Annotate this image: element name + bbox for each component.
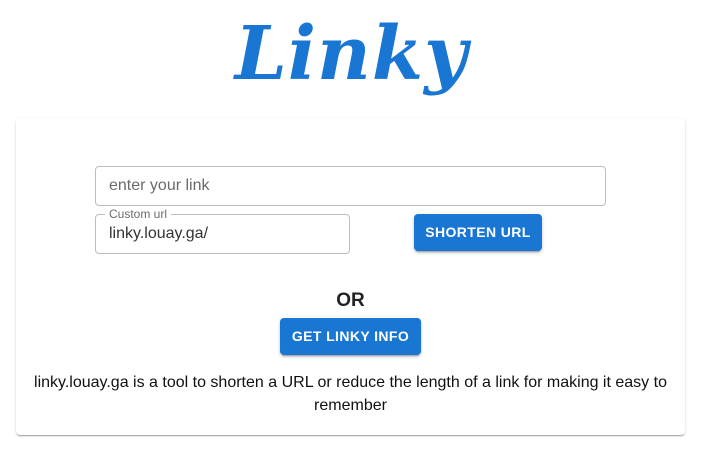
or-divider: OR [336,290,365,311]
custom-url-field-wrapper: Custom url [95,207,350,254]
linky-logo: Linky [234,11,469,97]
custom-url-label: Custom url [105,207,172,221]
link-input[interactable] [96,167,605,205]
main-card: Custom url SHORTEN URL OR GET LINKY INFO… [16,118,685,435]
link-field-wrapper [95,166,606,206]
shorten-url-button[interactable]: SHORTEN URL [414,214,542,251]
description-text: linky.louay.ga is a tool to shorten a UR… [34,374,667,414]
get-linky-info-button[interactable]: GET LINKY INFO [280,318,421,355]
page: Linky Custom url SHORTEN URL OR GET LINK… [0,0,703,475]
